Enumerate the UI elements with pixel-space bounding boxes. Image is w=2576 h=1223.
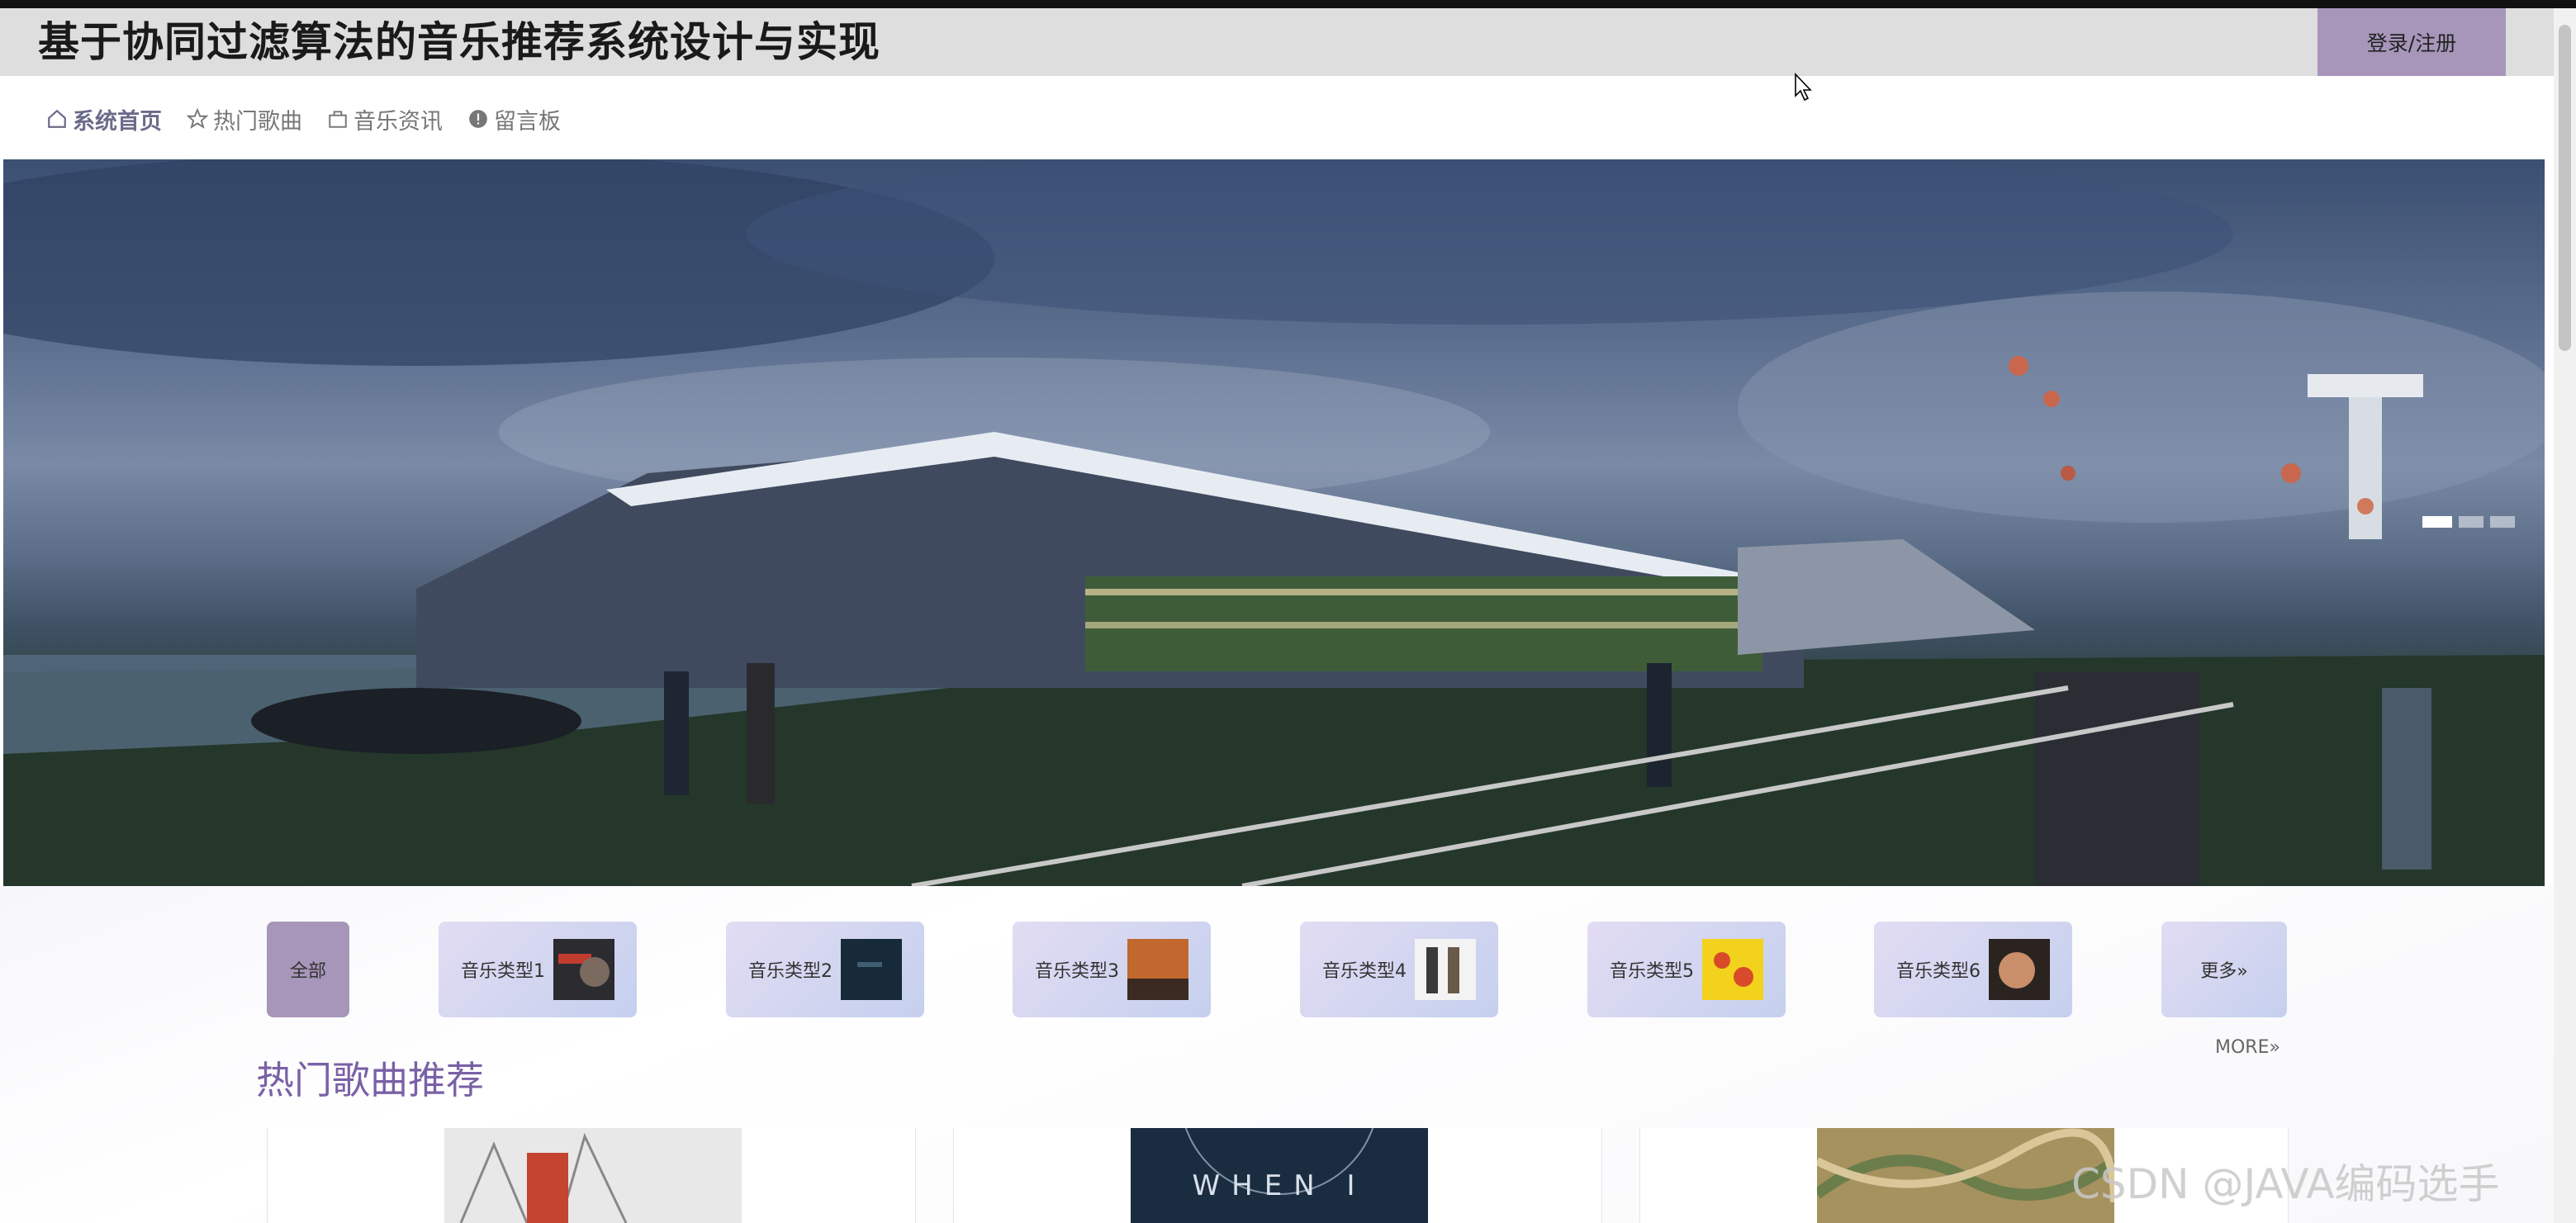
category-label: 音乐类型6 — [1896, 961, 1981, 982]
song-cover-image — [1817, 1128, 2114, 1223]
nav-item-message-board[interactable]: 留言板 — [467, 103, 561, 135]
hero-banner-carousel[interactable] — [3, 159, 2545, 886]
category-item[interactable]: 音乐类型5 — [1587, 922, 1786, 1017]
site-title: 基于协同过滤算法的音乐推荐系统设计与实现 — [38, 18, 880, 66]
category-thumbnail — [841, 939, 902, 1000]
alert-circle-icon — [469, 110, 487, 128]
window-top-edge — [0, 0, 2576, 8]
category-item[interactable]: 音乐类型3 — [1013, 922, 1211, 1017]
song-card[interactable] — [267, 1128, 916, 1223]
mouse-cursor-icon — [1795, 73, 1812, 102]
carousel-indicators — [2416, 516, 2515, 528]
category-thumbnail — [1989, 939, 2050, 1000]
song-cover-text: WHEN I — [1192, 1169, 1367, 1202]
category-item[interactable]: 音乐类型1 — [439, 922, 637, 1017]
category-all[interactable]: 全部 — [267, 922, 349, 1017]
nav-item-label: 系统首页 — [73, 108, 162, 135]
song-card[interactable]: WHEN I — [953, 1128, 1602, 1223]
section-more-link[interactable]: MORE» — [2215, 1037, 2280, 1058]
song-cover-image — [444, 1128, 742, 1223]
category-label: 音乐类型3 — [1035, 961, 1119, 982]
category-thumbnail — [1127, 939, 1188, 1000]
carousel-dot[interactable] — [2459, 516, 2483, 528]
carousel-dot[interactable] — [2422, 516, 2452, 528]
bag-icon — [329, 111, 347, 128]
nav-item-music-news[interactable]: 音乐资讯 — [327, 103, 443, 135]
nav-item-label: 留言板 — [494, 108, 561, 135]
scrollbar-thumb[interactable] — [2559, 25, 2571, 351]
csdn-watermark: CSDN @JAVA编码选手 — [2071, 1160, 2500, 1208]
category-item[interactable]: 音乐类型4 — [1300, 922, 1498, 1017]
category-thumbnail — [553, 939, 614, 1000]
nav-item-label: 热门歌曲 — [213, 108, 302, 135]
banner-image — [3, 159, 2545, 886]
category-label: 音乐类型5 — [1610, 961, 1694, 982]
category-label: 音乐类型2 — [748, 961, 833, 982]
home-icon — [48, 109, 66, 128]
category-item[interactable]: 音乐类型2 — [726, 922, 924, 1017]
category-label: 音乐类型1 — [461, 961, 545, 982]
category-thumbnail — [1415, 939, 1476, 1000]
main-nav: 系统首页 热门歌曲 音乐资讯 留言板 — [46, 101, 586, 137]
carousel-dot[interactable] — [2490, 516, 2515, 528]
category-thumbnail — [1702, 939, 1763, 1000]
nav-item-home[interactable]: 系统首页 — [46, 103, 162, 135]
login-register-button[interactable]: 登录/注册 — [2317, 8, 2506, 76]
category-label: 音乐类型4 — [1322, 961, 1407, 982]
page-scrollbar[interactable] — [2554, 8, 2576, 1223]
section-title-hot-songs: 热门歌曲推荐 — [256, 1058, 484, 1102]
nav-item-hot-songs[interactable]: 热门歌曲 — [187, 103, 302, 135]
category-item[interactable]: 音乐类型6 — [1874, 922, 2072, 1017]
nav-item-label: 音乐资讯 — [353, 108, 443, 135]
star-icon — [187, 108, 208, 129]
site-header: 基于协同过滤算法的音乐推荐系统设计与实现 登录/注册 — [0, 8, 2554, 76]
category-more-button[interactable]: 更多» — [2161, 922, 2287, 1017]
